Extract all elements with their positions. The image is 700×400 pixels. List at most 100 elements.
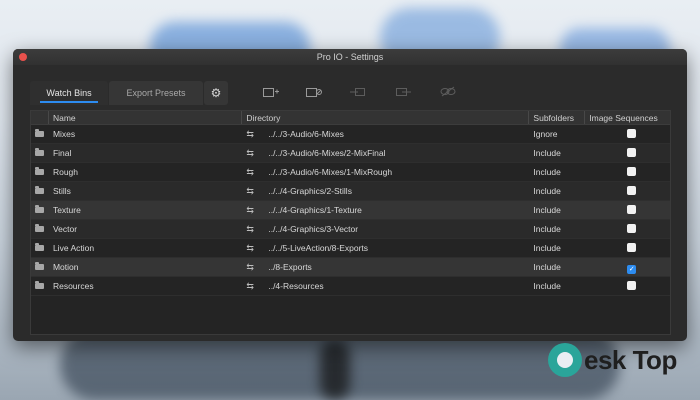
image-sequences-checkbox[interactable]	[627, 148, 637, 157]
bin-directory[interactable]: ⇆ ../../5-LiveAction/8-Exports	[242, 239, 529, 257]
tab-watch-bins[interactable]: Watch Bins	[30, 81, 108, 105]
settings-button[interactable]: ⚙	[204, 81, 228, 105]
image-sequences-cell: ✓	[585, 258, 670, 276]
watch-bins-table: Name Directory Subfolders Image Sequence…	[30, 110, 671, 335]
header-subfolders[interactable]: Subfolders	[529, 111, 586, 124]
image-sequences-cell	[585, 277, 670, 295]
bin-directory[interactable]: ⇆ ../../3-Audio/6-Mixes/2-MixFinal	[242, 144, 529, 162]
folder-icon	[31, 258, 49, 276]
path-settings-icon[interactable]: ⇆	[246, 182, 268, 200]
subfolders-select[interactable]: Include	[529, 220, 585, 238]
bin-name: Texture	[52, 205, 81, 215]
image-sequences-checkbox[interactable]	[627, 243, 637, 252]
table-row[interactable]: Resources ⇆ ../4-Resources Include	[31, 277, 670, 296]
image-sequences-cell	[585, 182, 670, 200]
table-row[interactable]: Live Action ⇆ ../../5-LiveAction/8-Exports…	[31, 239, 670, 258]
subfolders-select[interactable]: Ignore	[529, 125, 585, 143]
watermark-logo-icon	[548, 343, 582, 377]
bin-name: Final	[52, 148, 72, 158]
bin-directory[interactable]: ⇆ ../../3-Audio/6-Mixes	[242, 125, 529, 143]
table-header: Name Directory Subfolders Image Sequence…	[31, 111, 670, 125]
directory-path: ../8-Exports	[268, 262, 312, 272]
bin-name: Resources	[52, 281, 94, 291]
directory-path: ../../3-Audio/6-Mixes	[268, 129, 344, 139]
folder-icon	[31, 182, 49, 200]
image-sequences-cell	[585, 144, 670, 162]
table-row[interactable]: Mixes ⇆ ../../3-Audio/6-Mixes Ignore	[31, 125, 670, 144]
image-sequences-checkbox[interactable]	[627, 167, 637, 176]
directory-path: ../../4-Graphics/1-Texture	[268, 205, 362, 215]
directory-path: ../../3-Audio/6-Mixes/1-MixRough	[268, 167, 393, 177]
subfolders-select[interactable]: Include	[529, 277, 585, 295]
bin-directory[interactable]: ⇆ ../../3-Audio/6-Mixes/1-MixRough	[242, 163, 529, 181]
directory-path: ../4-Resources	[268, 281, 324, 291]
table-row[interactable]: Stills ⇆ ../../4-Graphics/2-Stills Include	[31, 182, 670, 201]
path-settings-icon[interactable]: ⇆	[246, 125, 268, 143]
bin-name: Live Action	[52, 243, 95, 253]
image-sequences-checkbox[interactable]	[627, 205, 637, 214]
import-button[interactable]	[345, 85, 371, 103]
path-settings-icon[interactable]: ⇆	[246, 277, 268, 295]
folder-icon	[31, 277, 49, 295]
directory-path: ../../5-LiveAction/8-Exports	[268, 243, 369, 253]
unlink-icon	[440, 86, 456, 100]
table-row[interactable]: Vector ⇆ ../../4-Graphics/3-Vector Include	[31, 220, 670, 239]
add-folder-button[interactable]	[258, 85, 284, 103]
image-sequences-cell	[585, 163, 670, 181]
directory-path: ../../4-Graphics/3-Vector	[268, 224, 359, 234]
tab-export-presets[interactable]: Export Presets	[109, 81, 203, 105]
bin-directory[interactable]: ⇆ ../4-Resources	[242, 277, 529, 295]
header-image-sequences[interactable]: Image Sequences	[585, 111, 670, 124]
image-sequences-checkbox[interactable]	[627, 224, 637, 233]
bin-directory[interactable]: ⇆ ../8-Exports	[242, 258, 529, 276]
add-folder-icon	[263, 88, 279, 100]
folder-icon	[31, 163, 49, 181]
image-sequences-checkbox[interactable]: ✓	[627, 265, 637, 274]
header-icon-column	[31, 111, 49, 124]
image-sequences-checkbox[interactable]	[627, 281, 637, 290]
bin-name: Vector	[52, 224, 78, 234]
image-sequences-checkbox[interactable]	[627, 186, 637, 195]
table-row[interactable]: Motion ⇆ ../8-Exports Include ✓	[31, 258, 670, 277]
image-sequences-cell	[585, 239, 670, 257]
bin-directory[interactable]: ⇆ ../../4-Graphics/1-Texture	[242, 201, 529, 219]
folder-icon	[31, 201, 49, 219]
unlink-button[interactable]	[435, 85, 461, 103]
import-icon	[350, 88, 366, 100]
image-sequences-checkbox[interactable]	[627, 129, 637, 138]
table-row[interactable]: Rough ⇆ ../../3-Audio/6-Mixes/1-MixRough In…	[31, 163, 670, 182]
gear-icon: ⚙	[210, 86, 222, 100]
path-settings-icon[interactable]: ⇆	[246, 220, 268, 238]
remove-folder-button[interactable]	[301, 85, 327, 103]
header-directory[interactable]: Directory	[242, 111, 530, 124]
subfolders-select[interactable]: Include	[529, 258, 585, 276]
subfolders-select[interactable]: Include	[529, 201, 585, 219]
export-button[interactable]	[391, 85, 417, 103]
path-settings-icon[interactable]: ⇆	[246, 201, 268, 219]
subfolders-select[interactable]: Include	[529, 239, 585, 257]
window-title: Pro IO - Settings	[316, 52, 384, 62]
close-button[interactable]	[19, 53, 27, 61]
bin-directory[interactable]: ⇆ ../../4-Graphics/3-Vector	[242, 220, 529, 238]
header-name[interactable]: Name	[49, 111, 243, 124]
subfolders-select[interactable]: Include	[529, 144, 585, 162]
table-row[interactable]: Final ⇆ ../../3-Audio/6-Mixes/2-MixFinal In…	[31, 144, 670, 163]
path-settings-icon[interactable]: ⇆	[246, 144, 268, 162]
folder-icon	[31, 125, 49, 143]
watermark: esk Top	[548, 340, 677, 380]
bin-name: Mixes	[52, 129, 76, 139]
settings-window: Pro IO - Settings Watch Bins Export Pres…	[13, 49, 687, 341]
bin-name: Motion	[52, 262, 79, 272]
directory-path: ../../4-Graphics/2-Stills	[268, 186, 352, 196]
path-settings-icon[interactable]: ⇆	[246, 163, 268, 181]
bin-directory[interactable]: ⇆ ../../4-Graphics/2-Stills	[242, 182, 529, 200]
subfolders-select[interactable]: Include	[529, 182, 585, 200]
bin-name: Stills	[52, 186, 71, 196]
table-row[interactable]: Texture ⇆ ../../4-Graphics/1-Texture Includ…	[31, 201, 670, 220]
path-settings-icon[interactable]: ⇆	[246, 239, 268, 257]
subfolders-select[interactable]: Include	[529, 163, 585, 181]
export-icon	[396, 88, 412, 100]
image-sequences-cell	[585, 125, 670, 143]
folder-icon	[31, 220, 49, 238]
path-settings-icon[interactable]: ⇆	[246, 258, 268, 276]
